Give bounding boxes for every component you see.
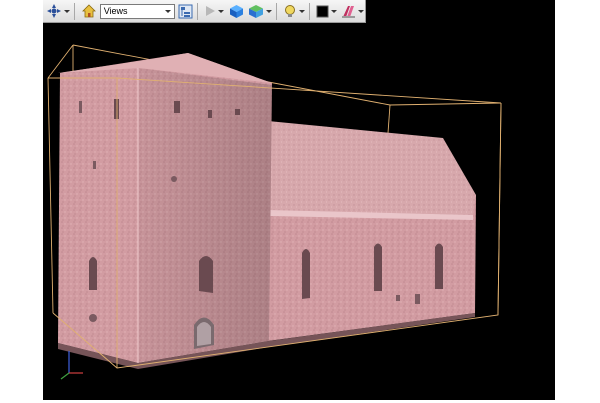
axis-gizmo xyxy=(60,351,83,380)
lighting-button[interactable] xyxy=(282,2,306,21)
toolbar-separator xyxy=(308,2,310,20)
home-view-button[interactable] xyxy=(80,2,98,21)
cube-view-button[interactable] xyxy=(227,2,245,21)
lightbulb-icon xyxy=(284,4,295,17)
views-dropdown-value: Views xyxy=(103,6,128,16)
3d-viewport[interactable] xyxy=(43,23,555,400)
background-color-icon xyxy=(316,5,329,17)
toolbar-separator xyxy=(74,2,75,20)
view-tree-button[interactable] xyxy=(177,2,195,21)
chevron-down-icon xyxy=(164,9,171,13)
church-point-cloud-model xyxy=(58,53,476,369)
cube-blue-icon xyxy=(229,4,243,18)
chevron-down-icon xyxy=(266,9,273,13)
display-mode-button[interactable] xyxy=(247,2,273,21)
background-color-button[interactable] xyxy=(315,2,338,21)
play-icon xyxy=(206,6,216,16)
main-toolbar: Views xyxy=(43,0,366,23)
clipping-tool-icon xyxy=(341,5,355,18)
3d-scene xyxy=(47,44,502,380)
toolbar-separator xyxy=(197,2,199,20)
chevron-down-icon xyxy=(218,9,225,13)
cube-multicolor-icon xyxy=(249,4,264,18)
chevron-down-icon xyxy=(298,9,305,13)
view-tree-icon xyxy=(178,4,193,18)
navigate-icon xyxy=(47,4,61,18)
play-button[interactable] xyxy=(203,2,225,21)
point-cloud-viewer-window: Views xyxy=(43,0,555,400)
chevron-down-icon xyxy=(357,9,364,13)
clipping-tool-button[interactable] xyxy=(340,2,365,21)
views-dropdown[interactable]: Views xyxy=(99,3,175,19)
chevron-down-icon xyxy=(64,9,70,13)
home-icon xyxy=(81,4,96,18)
chevron-down-icon xyxy=(330,9,337,13)
toolbar-separator xyxy=(276,2,277,20)
navigate-tool-button[interactable] xyxy=(45,2,71,21)
